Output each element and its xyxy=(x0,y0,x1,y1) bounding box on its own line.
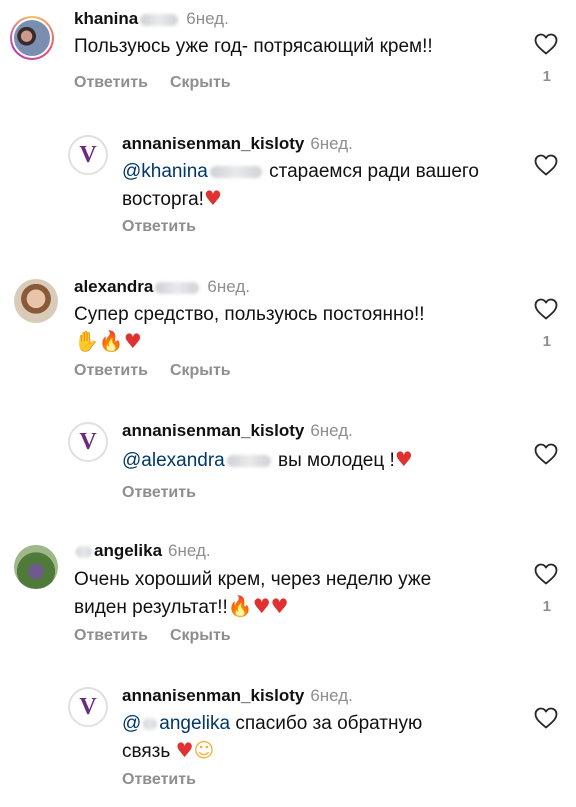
avatar[interactable] xyxy=(10,16,54,60)
raising-hands-icon: ✋ xyxy=(74,329,99,353)
brand-avatar[interactable]: V xyxy=(68,687,108,727)
heart-outline-icon[interactable] xyxy=(534,443,558,465)
timestamp: 6нед. xyxy=(310,421,353,440)
reply-button[interactable]: Ответить xyxy=(122,218,196,235)
red-heart-icon: ♥ xyxy=(394,447,413,471)
timestamp: 6нед. xyxy=(186,9,229,28)
blurred-name xyxy=(226,454,271,467)
heart-outline-icon[interactable] xyxy=(534,707,558,729)
timestamp: 6нед. xyxy=(310,134,353,153)
avatar[interactable] xyxy=(14,545,58,589)
username[interactable]: khanina xyxy=(74,9,138,28)
username[interactable]: annanisenman_kisloty xyxy=(122,686,304,705)
red-heart-icon: ♥ xyxy=(270,594,289,618)
mention-link[interactable]: @alexandra xyxy=(122,450,225,471)
brand-avatar[interactable]: V xyxy=(68,135,108,175)
smiling-face-with-hearts-icon: ☺ xyxy=(193,738,215,762)
blurred-name xyxy=(143,717,158,730)
mention-link[interactable]: @khanina xyxy=(122,161,208,182)
heart-outline-icon[interactable] xyxy=(534,154,558,176)
avatar[interactable] xyxy=(14,279,58,323)
blurred-name xyxy=(140,13,179,26)
mention-link[interactable]: @ angelika xyxy=(122,713,230,734)
heart-outline-icon[interactable] xyxy=(534,33,558,55)
blurred-name xyxy=(155,281,200,294)
reply-button[interactable]: Ответить xyxy=(74,627,148,644)
hide-button[interactable]: Скрыть xyxy=(170,74,231,91)
like-count: 1 xyxy=(542,598,551,615)
timestamp: 6нед. xyxy=(168,541,211,560)
reply-button[interactable]: Ответить xyxy=(122,771,196,788)
heart-outline-icon[interactable] xyxy=(534,563,558,585)
fire-icon: 🔥 xyxy=(98,329,124,353)
comment-text: Пользуюсь уже год- потрясающий крем!! xyxy=(74,36,433,57)
timestamp: 6нед. xyxy=(310,686,353,705)
username[interactable]: alexandra xyxy=(74,277,153,296)
reply-button[interactable]: Ответить xyxy=(74,362,148,379)
comment-text: @ angelika спасибо за обратную связь ♥☺ xyxy=(122,713,423,762)
brand-logo-icon: V xyxy=(79,142,97,168)
blurred-name xyxy=(76,545,92,558)
reply-button[interactable]: Ответить xyxy=(74,74,148,91)
heart-outline-icon[interactable] xyxy=(534,298,558,320)
like-count: 1 xyxy=(542,333,551,350)
blurred-name xyxy=(209,165,262,178)
red-heart-icon: ♥ xyxy=(123,329,142,353)
hide-button[interactable]: Скрыть xyxy=(170,627,231,644)
like-count: 1 xyxy=(542,68,551,85)
timestamp: 6нед. xyxy=(207,277,250,296)
username[interactable]: angelika xyxy=(94,541,162,560)
hide-button[interactable]: Скрыть xyxy=(170,362,231,379)
brand-avatar[interactable]: V xyxy=(68,422,108,462)
red-heart-icon: ♥ xyxy=(252,594,271,618)
brand-logo-icon: V xyxy=(79,694,97,720)
reply-button[interactable]: Ответить xyxy=(122,484,196,501)
red-heart-icon: ♥ xyxy=(175,738,194,762)
comment-text: @alexandra вы молодец !♥ xyxy=(122,447,413,471)
red-heart-icon: ♥ xyxy=(203,186,222,210)
fire-icon: 🔥 xyxy=(227,594,253,618)
username[interactable]: annanisenman_kisloty xyxy=(122,421,304,440)
brand-logo-icon: V xyxy=(79,429,97,455)
comment-text: Супер средство, пользуюсь постоянно!! ✋🔥… xyxy=(74,304,425,353)
comment-text: @khanina стараемся ради вашего восторга!… xyxy=(122,161,479,210)
username[interactable]: annanisenman_kisloty xyxy=(122,134,304,153)
comment-text: Очень хороший крем, через неделю уже вид… xyxy=(74,569,432,618)
